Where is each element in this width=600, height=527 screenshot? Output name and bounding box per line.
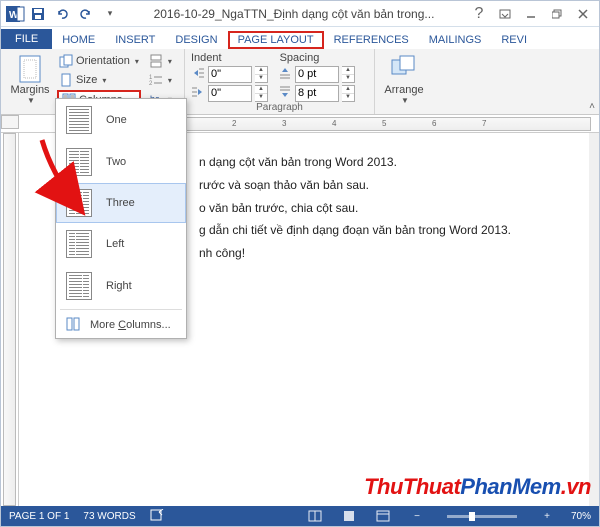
document-line: rước và soạn thảo văn bản sau.	[199, 174, 569, 197]
titlebar: W ▾ 2016-10-29_NgaTTN_Định dạng cột văn …	[1, 1, 599, 27]
status-page[interactable]: PAGE 1 OF 1	[9, 511, 69, 522]
tab-home[interactable]: HOME	[52, 31, 105, 49]
spacing-before-input[interactable]	[295, 66, 339, 83]
document-title: 2016-10-29_NgaTTN_Định dạng cột văn bản …	[121, 7, 467, 21]
columns-option-more[interactable]: More Columns...	[56, 312, 186, 338]
ribbon-display-button[interactable]	[493, 3, 517, 25]
columns-dropdown: One Two Three Left Right More Columns...	[55, 98, 187, 339]
app-icon-word: W	[5, 4, 25, 24]
columns-option-right[interactable]: Right	[56, 265, 186, 307]
arrange-icon	[390, 54, 418, 84]
qat-undo-button[interactable]	[51, 3, 73, 25]
indent-heading: Indent	[191, 52, 222, 64]
menu-separator	[60, 309, 182, 310]
right-column-icon	[66, 272, 92, 300]
view-read-mode-button[interactable]	[305, 508, 325, 524]
watermark-logo: ThuThuatPhanMem.vn	[364, 474, 591, 500]
columns-option-label: Two	[106, 156, 126, 168]
columns-option-label: Left	[106, 238, 124, 250]
margins-icon	[16, 54, 44, 84]
columns-option-label: Right	[106, 280, 132, 292]
more-columns-label: More Columns...	[90, 319, 171, 331]
breaks-icon	[149, 54, 163, 68]
spacing-after-input[interactable]	[295, 85, 339, 102]
status-words[interactable]: 73 WORDS	[83, 511, 135, 522]
chevron-down-icon: ▼	[27, 96, 35, 105]
tab-file[interactable]: FILE	[1, 29, 52, 49]
columns-option-three[interactable]: Three	[56, 183, 186, 223]
zoom-in-button[interactable]: +	[537, 508, 557, 524]
document-line: nh công!	[199, 242, 569, 265]
indent-left-icon	[191, 66, 205, 83]
document-line: n dạng cột văn bản trong Word 2013.	[199, 151, 569, 174]
chevron-down-icon: ▼	[401, 96, 409, 105]
spacing-before-spinner[interactable]: ▲▼	[278, 65, 355, 83]
vertical-ruler[interactable]	[1, 133, 19, 506]
orientation-icon	[59, 54, 73, 68]
columns-option-label: One	[106, 114, 127, 126]
columns-option-left[interactable]: Left	[56, 223, 186, 265]
columns-icon	[66, 317, 80, 334]
tab-references[interactable]: REFERENCES	[324, 31, 419, 49]
paragraph-group-label: Paragraph	[191, 102, 368, 113]
help-button[interactable]: ?	[467, 3, 491, 25]
svg-text:2: 2	[149, 81, 153, 87]
minimize-button[interactable]	[519, 3, 543, 25]
close-button[interactable]	[571, 3, 595, 25]
chevron-down-icon: ▾	[102, 76, 106, 85]
size-button[interactable]: Size ▾	[57, 71, 141, 89]
indent-right-spinner[interactable]: ▲▼	[191, 84, 268, 102]
margins-label: Margins	[10, 84, 49, 96]
tab-page-layout[interactable]: PAGE LAYOUT	[228, 31, 324, 49]
line-numbers-button[interactable]: 12▾	[147, 71, 174, 89]
spacing-before-icon	[278, 66, 292, 83]
breaks-button[interactable]: ▾	[147, 52, 174, 70]
indent-left-spinner[interactable]: ▲▼	[191, 65, 268, 83]
statusbar: PAGE 1 OF 1 73 WORDS − + 70%	[1, 506, 599, 526]
one-column-icon	[66, 106, 92, 134]
down-arrow-icon[interactable]: ▼	[255, 75, 267, 82]
tab-design[interactable]: DESIGN	[165, 31, 227, 49]
line-numbers-icon: 12	[149, 73, 163, 87]
zoom-slider[interactable]	[447, 515, 517, 518]
document-line: o văn bản trước, chia cột sau.	[199, 197, 569, 220]
tab-insert[interactable]: INSERT	[105, 31, 165, 49]
two-column-icon	[66, 148, 92, 176]
zoom-out-button[interactable]: −	[407, 508, 427, 524]
spacing-after-icon	[278, 85, 292, 102]
arrange-label: Arrange	[384, 84, 423, 96]
left-column-icon	[66, 230, 92, 258]
collapse-ribbon-button[interactable]: ˄	[589, 101, 595, 112]
tab-mailings[interactable]: MAILINGS	[419, 31, 492, 49]
size-label: Size	[76, 74, 97, 86]
view-web-layout-button[interactable]	[373, 508, 393, 524]
spacing-after-spinner[interactable]: ▲▼	[278, 84, 355, 102]
columns-option-one[interactable]: One	[56, 99, 186, 141]
zoom-level[interactable]: 70%	[571, 511, 591, 522]
document-line: g dẫn chi tiết về định dạng đoạn văn bản…	[199, 219, 569, 242]
restore-button[interactable]	[545, 3, 569, 25]
arrange-button[interactable]: Arrange ▼	[381, 52, 427, 105]
qat-save-button[interactable]	[27, 3, 49, 25]
size-icon	[59, 73, 73, 87]
tab-review[interactable]: REVI	[491, 31, 537, 49]
qat-redo-button[interactable]	[75, 3, 97, 25]
indent-right-icon	[191, 85, 205, 102]
chevron-down-icon: ▾	[135, 57, 139, 66]
columns-option-label: Three	[106, 197, 135, 209]
margins-button[interactable]: Margins ▼	[7, 52, 53, 105]
ribbon-tabs: FILE HOME INSERT DESIGN PAGE LAYOUT REFE…	[1, 27, 599, 49]
status-proofing-icon[interactable]	[150, 509, 164, 524]
indent-right-input[interactable]	[208, 85, 252, 102]
qat-customize-button[interactable]: ▾	[99, 3, 121, 25]
columns-option-two[interactable]: Two	[56, 141, 186, 183]
three-column-icon	[66, 189, 92, 217]
indent-left-input[interactable]	[208, 66, 252, 83]
view-print-layout-button[interactable]	[339, 508, 359, 524]
orientation-label: Orientation	[76, 55, 130, 67]
orientation-button[interactable]: Orientation ▾	[57, 52, 141, 70]
up-arrow-icon[interactable]: ▲	[255, 67, 267, 75]
spacing-heading: Spacing	[280, 52, 320, 64]
